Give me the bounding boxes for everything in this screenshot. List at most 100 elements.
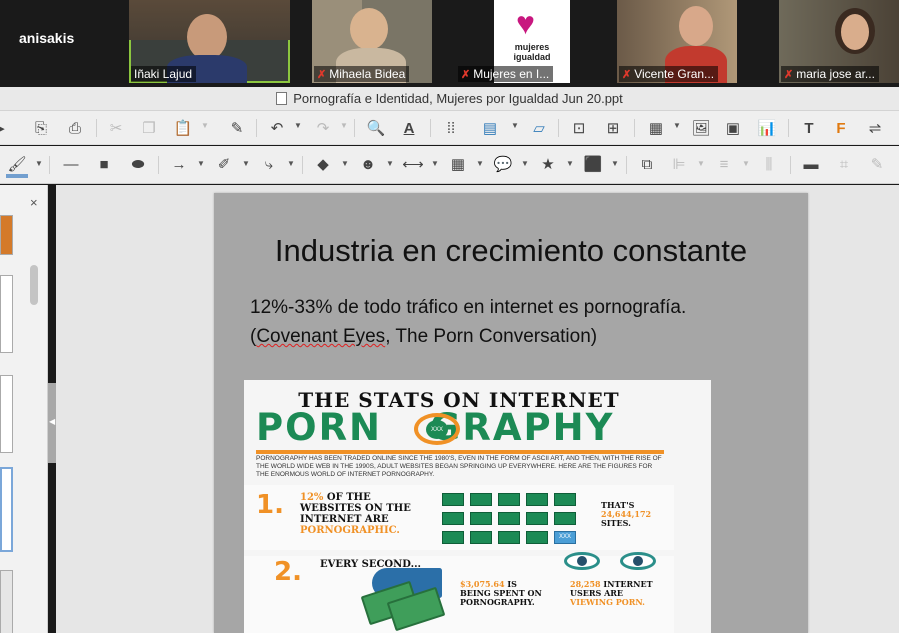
- paste-dropdown-icon[interactable]: ▼: [201, 121, 209, 130]
- symbol-shapes-icon[interactable]: ☻: [357, 154, 379, 174]
- toolbar-separator: [96, 119, 97, 137]
- distribute-icon[interactable]: ⫼: [758, 154, 780, 174]
- basic-shapes-dropdown-icon[interactable]: ▼: [341, 159, 349, 168]
- pane-scrollbar[interactable]: [30, 265, 38, 305]
- chart-icon[interactable]: 📊: [756, 118, 778, 138]
- flowchart-icon[interactable]: ▦: [447, 154, 469, 174]
- infographic-image[interactable]: THE STATS ON INTERNET PORN GRAPHY XXX Por…: [244, 380, 711, 633]
- star-dropdown-icon[interactable]: ▼: [566, 159, 574, 168]
- slide-body-text[interactable]: 12%-33% de todo tráfico en internet es p…: [250, 293, 686, 351]
- arrow-line-icon[interactable]: →: [168, 154, 190, 174]
- participant-tile-mujeres[interactable]: ♥ mujeres igualdad ✗ Mujeres en I...: [456, 0, 576, 83]
- layout-icon[interactable]: ▤: [475, 118, 505, 138]
- line-icon[interactable]: —: [60, 154, 82, 174]
- participant-tile-maria-jose[interactable]: ✗ maria jose ar...: [779, 0, 899, 83]
- participant-tile-vicente[interactable]: ✗ Vicente Gran...: [617, 0, 737, 83]
- star-icon[interactable]: ★: [537, 154, 559, 174]
- curve-icon[interactable]: ✐: [213, 154, 235, 174]
- image-icon[interactable]: 🖼: [690, 118, 712, 138]
- flowchart-dropdown-icon[interactable]: ▼: [476, 159, 484, 168]
- align-icon[interactable]: ⊫: [668, 154, 690, 174]
- self-video-name: anisakis: [19, 30, 75, 46]
- table-icon[interactable]: ▦: [645, 118, 667, 138]
- slide-title[interactable]: Industria en crecimiento constante: [214, 233, 808, 269]
- callout-dropdown-icon[interactable]: ▼: [521, 159, 529, 168]
- presenter-icon[interactable]: ⊞: [602, 118, 624, 138]
- stat-number: 1.: [256, 490, 284, 520]
- pane-collapse-handle[interactable]: ◀: [48, 383, 56, 463]
- slide-thumbnail[interactable]: [0, 375, 13, 453]
- toolbar-separator: [790, 156, 791, 174]
- fill-color-dropdown-icon[interactable]: ▼: [35, 159, 43, 168]
- participant-name-label: Iñaki Lajud: [131, 66, 197, 82]
- start-slideshow-icon[interactable]: ⊡: [568, 118, 590, 138]
- slide-canvas[interactable]: Industria en crecimiento constante 12%-3…: [214, 193, 808, 633]
- slide-thumbnail[interactable]: [0, 275, 13, 353]
- block-arrows-dropdown-icon[interactable]: ▼: [431, 159, 439, 168]
- shadow-icon[interactable]: ▬: [800, 154, 822, 174]
- print-icon[interactable]: ⎙: [64, 118, 86, 138]
- participant-tile-mihaela[interactable]: ✗ Mihaela Bidea: [312, 0, 432, 83]
- undo-dropdown-icon[interactable]: ▼: [294, 121, 302, 130]
- slide-thumbnail[interactable]: [0, 570, 13, 633]
- align-dropdown-icon[interactable]: ▼: [697, 159, 705, 168]
- fill-color-swatch: [6, 174, 28, 178]
- stat-number: 2.: [274, 557, 302, 587]
- connector-dropdown-icon[interactable]: ▼: [287, 159, 295, 168]
- overflow-icon[interactable]: ▸: [0, 118, 12, 138]
- redo-dropdown-icon[interactable]: ▼: [340, 121, 348, 130]
- infographic-intro: Pornography has been traded online since…: [256, 455, 662, 478]
- arrow-line-dropdown-icon[interactable]: ▼: [197, 159, 205, 168]
- cut-icon[interactable]: ✂: [105, 118, 127, 138]
- curve-dropdown-icon[interactable]: ▼: [242, 159, 250, 168]
- ellipse-icon[interactable]: ⬬: [127, 154, 149, 174]
- slide-thumbnail-selected[interactable]: [0, 467, 13, 552]
- stat1-text: 12% of the websites on the internet are …: [300, 492, 411, 536]
- find-icon[interactable]: 🔍: [365, 118, 387, 138]
- block-arrows-icon[interactable]: ⟷: [402, 154, 424, 174]
- toolbar-separator: [788, 119, 789, 137]
- paste-icon[interactable]: 📋: [172, 118, 194, 138]
- basic-shapes-icon[interactable]: ◆: [312, 154, 334, 174]
- connector-icon[interactable]: ⤷: [258, 154, 280, 174]
- eye-icon: [564, 552, 600, 570]
- transform-icon[interactable]: ⧉: [636, 154, 658, 174]
- arrange-dropdown-icon[interactable]: ▼: [742, 159, 750, 168]
- slide-thumbnail[interactable]: [0, 215, 13, 255]
- layout-dropdown-icon[interactable]: ▼: [511, 121, 519, 130]
- media-icon[interactable]: ▣: [722, 118, 744, 138]
- export-icon[interactable]: ⎘: [30, 118, 52, 138]
- heart-logo-icon: ♥: [516, 5, 535, 41]
- textbox-icon[interactable]: T: [798, 118, 820, 138]
- table-dropdown-icon[interactable]: ▼: [673, 121, 681, 130]
- special-char-icon[interactable]: ⇌: [864, 118, 886, 138]
- document-icon: [276, 92, 288, 105]
- redo-icon[interactable]: ↷: [312, 118, 334, 138]
- 3d-object-dropdown-icon[interactable]: ▼: [611, 159, 619, 168]
- clone-format-icon[interactable]: ✎: [226, 118, 248, 138]
- slide-thumbnail-pane: ×: [0, 185, 48, 633]
- xxx-website-box-icon: XXX: [554, 531, 576, 544]
- callout-icon[interactable]: 💬: [492, 154, 514, 174]
- fill-color-icon[interactable]: 🖌: [6, 154, 28, 174]
- toolbar-separator: [49, 156, 50, 174]
- arrange-icon[interactable]: ≡: [713, 154, 735, 174]
- toolbar-separator: [558, 119, 559, 137]
- edit-points-icon[interactable]: ✎: [866, 154, 888, 174]
- participant-tile-inaki[interactable]: Iñaki Lajud: [129, 0, 290, 83]
- website-box-icon: [526, 493, 548, 506]
- copy-icon[interactable]: ❐: [138, 118, 160, 138]
- spelling-icon[interactable]: A: [398, 118, 420, 138]
- slide-icon[interactable]: ▱: [528, 118, 550, 138]
- toolbar-separator: [256, 119, 257, 137]
- close-pane-icon[interactable]: ×: [30, 195, 38, 210]
- rectangle-icon[interactable]: ■: [93, 154, 115, 174]
- spelling-error-text: Covenant Eyes: [256, 326, 386, 347]
- undo-icon[interactable]: ↶: [266, 118, 288, 138]
- 3d-object-icon[interactable]: ⬛: [582, 154, 604, 174]
- symbol-shapes-dropdown-icon[interactable]: ▼: [386, 159, 394, 168]
- participant-face: [841, 14, 869, 50]
- crop-icon[interactable]: ⌗: [833, 154, 855, 174]
- fontwork-icon[interactable]: F: [830, 118, 852, 138]
- grid-icon[interactable]: ⁞⁞: [440, 118, 462, 138]
